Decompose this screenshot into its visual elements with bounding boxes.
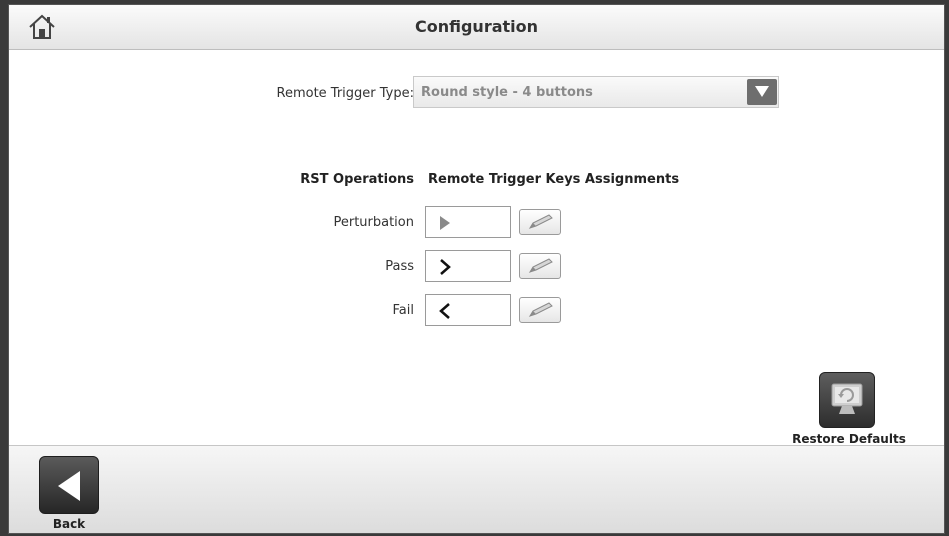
- key-assignment-fail[interactable]: [425, 294, 511, 326]
- edit-button-perturbation[interactable]: [519, 209, 561, 235]
- operation-label-pass: Pass: [385, 259, 414, 274]
- page-title: Configuration: [414, 17, 539, 36]
- back-label: Back: [52, 517, 86, 531]
- operation-label-perturbation: Perturbation: [333, 215, 414, 230]
- remote-trigger-type-select[interactable]: Round style - 4 buttons: [413, 76, 779, 108]
- edit-button-fail[interactable]: [519, 297, 561, 323]
- remote-trigger-type-label: Remote Trigger Type:: [276, 86, 415, 101]
- restore-defaults-label: Restore Defaults: [792, 432, 906, 446]
- chevron-right-icon: [440, 259, 451, 275]
- key-assignments-header: Remote Trigger Keys Assignments: [428, 172, 680, 187]
- back-button[interactable]: [39, 456, 99, 514]
- remote-trigger-type-value: Round style - 4 buttons: [421, 85, 593, 100]
- back-triangle-icon: [58, 471, 80, 501]
- monitor-refresh-icon: [831, 383, 863, 414]
- app-window: Configuration Remote Trigger Type: Round…: [8, 4, 945, 534]
- restore-defaults-button[interactable]: [819, 372, 875, 428]
- content-area: Remote Trigger Type: Round style - 4 but…: [9, 50, 944, 446]
- edit-button-pass[interactable]: [519, 253, 561, 279]
- operation-label-fail: Fail: [392, 303, 414, 318]
- dropdown-button[interactable]: [747, 79, 777, 105]
- header-bar: Configuration: [9, 5, 944, 50]
- pencil-icon: [528, 214, 553, 229]
- home-icon: [29, 14, 55, 39]
- pencil-icon: [528, 302, 553, 317]
- pencil-icon: [528, 258, 553, 273]
- home-button[interactable]: [27, 13, 57, 41]
- chevron-left-icon: [439, 303, 450, 319]
- rst-operations-header: RST Operations: [300, 172, 414, 187]
- footer-bar: Back: [9, 445, 944, 533]
- play-triangle-icon: [440, 216, 450, 230]
- triangle-down-icon: [755, 86, 769, 97]
- key-assignment-pass[interactable]: [425, 250, 511, 282]
- key-assignment-perturbation[interactable]: [425, 206, 511, 238]
